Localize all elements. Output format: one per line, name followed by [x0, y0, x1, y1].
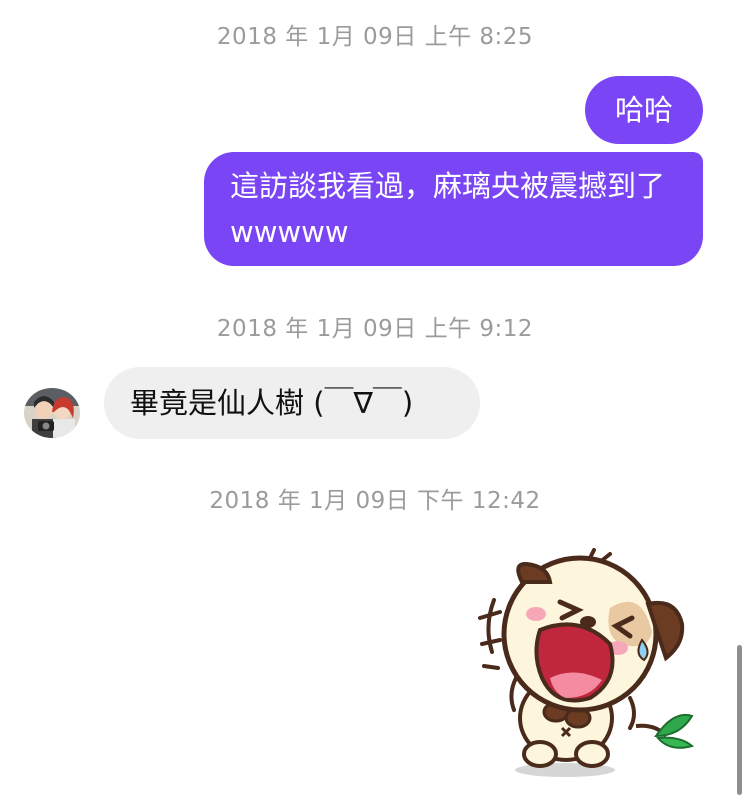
timestamp-2: 2018 年 1月 09日 上午 9:12	[216, 316, 534, 342]
laughing-puppy-sticker-icon	[478, 548, 695, 777]
contact-avatar[interactable]	[24, 388, 80, 438]
timestamp-1: 2018 年 1月 09日 上午 8:25	[216, 24, 534, 50]
avatar-photo-icon	[24, 388, 80, 438]
sticker-message[interactable]	[470, 548, 700, 783]
outgoing-message-text: 哈哈	[614, 93, 673, 127]
timestamp-3: 2018 年 1月 09日 下午 12:42	[209, 488, 541, 514]
scrollbar[interactable]	[737, 645, 742, 795]
outgoing-message-text: 這訪談我看過，麻璃央被震撼到了 wwwww	[230, 169, 666, 249]
outgoing-message-bubble[interactable]: 哈哈	[585, 76, 703, 144]
incoming-message-bubble[interactable]: 畢竟是仙人樹 (￣∇￣)	[104, 367, 480, 439]
outgoing-message-bubble[interactable]: 這訪談我看過，麻璃央被震撼到了 wwwww	[204, 152, 703, 266]
incoming-message-text: 畢竟是仙人樹 (￣∇￣)	[130, 386, 414, 420]
